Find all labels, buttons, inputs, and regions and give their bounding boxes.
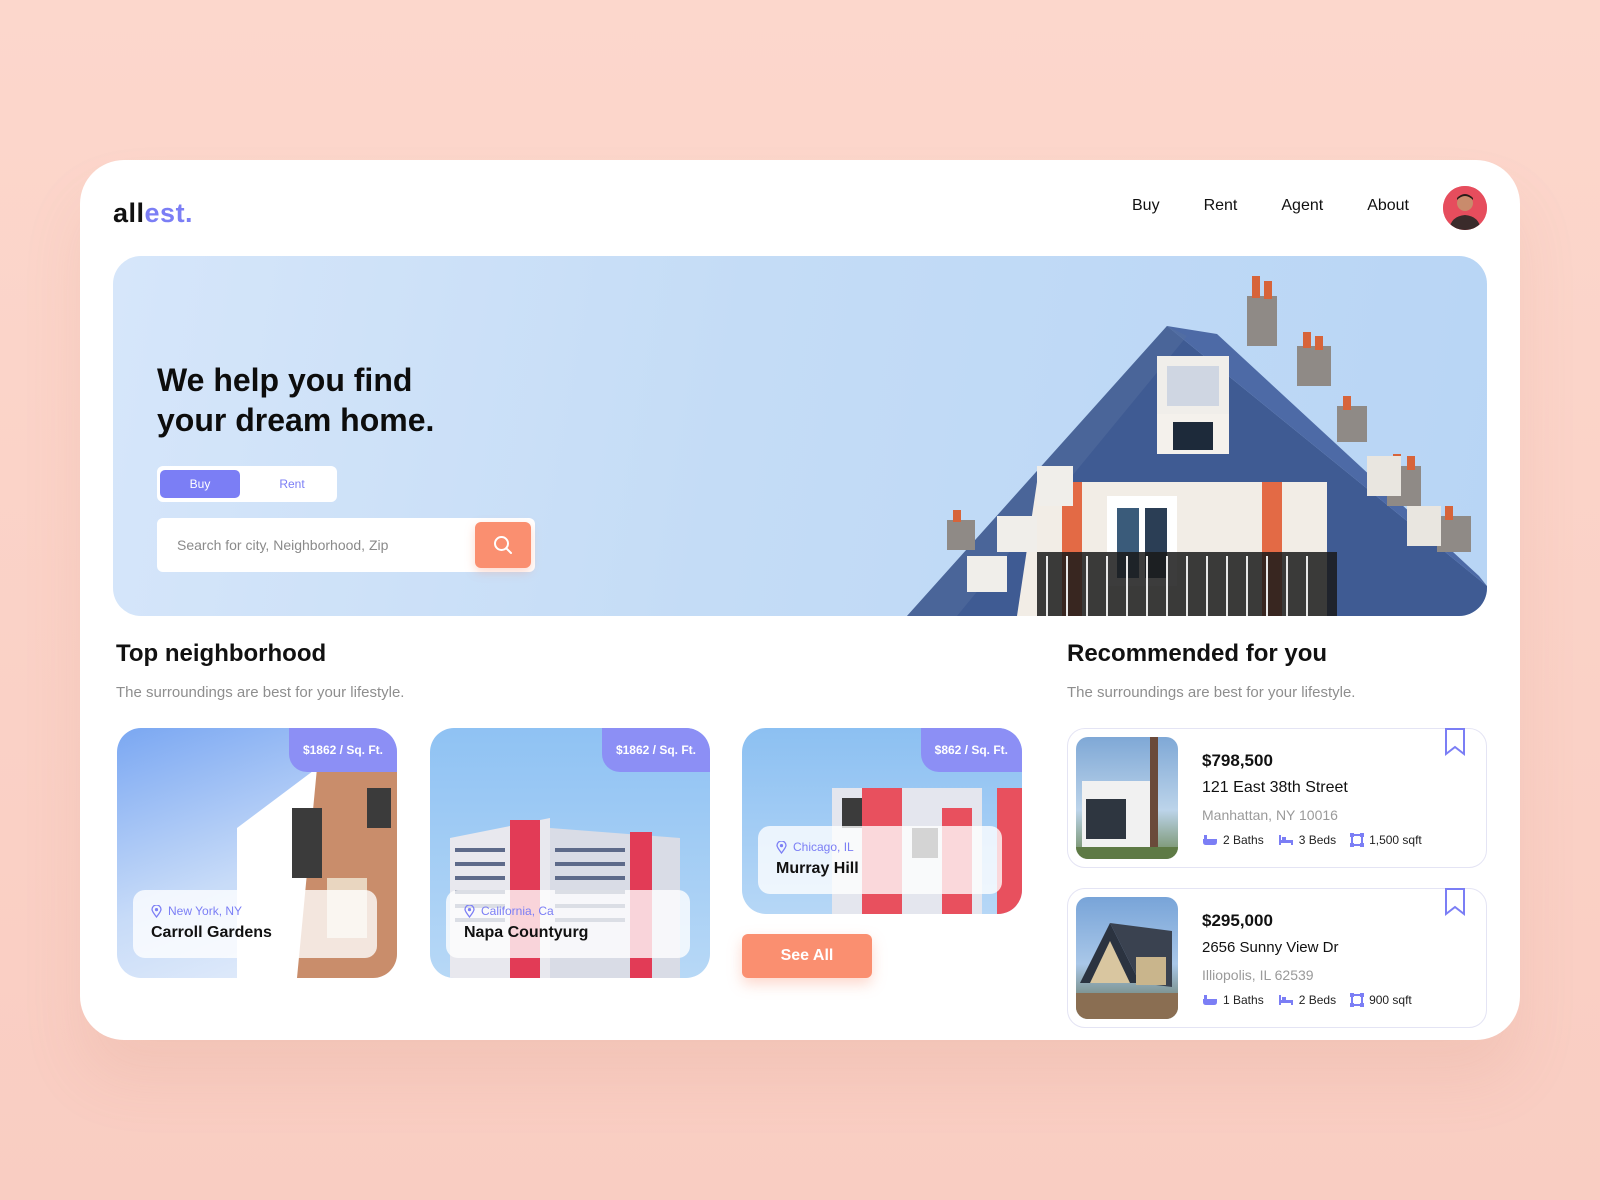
logo-text-accent: est. — [144, 198, 194, 228]
listing-price: $798,500 — [1202, 751, 1273, 770]
neighborhood-name: Murray Hill — [776, 860, 859, 877]
logo-text-main: all — [113, 198, 145, 228]
search-bar: Search for city, Neighborhood, Zip — [157, 518, 535, 572]
bed-icon — [1278, 835, 1293, 845]
location-row: Chicago, IL — [776, 840, 984, 854]
feature-beds: 2 Beds — [1278, 993, 1336, 1007]
bookmark-icon[interactable] — [1444, 887, 1466, 917]
area-icon — [1350, 833, 1365, 847]
beds-text: 3 Beds — [1298, 833, 1337, 847]
main-nav: Buy Rent Agent About — [1088, 196, 1409, 216]
location-pin-icon — [464, 904, 475, 918]
listing-city: Illiopolis, IL 62539 — [1202, 967, 1314, 983]
building-photo — [907, 276, 1487, 616]
user-avatar[interactable] — [1443, 186, 1487, 230]
feature-beds: 3 Beds — [1278, 833, 1336, 847]
brand-logo[interactable]: allest. — [113, 198, 193, 229]
neighborhood-name: Napa Countyurg — [464, 924, 589, 941]
location-pin-icon — [151, 904, 162, 918]
nav-about[interactable]: About — [1367, 196, 1409, 216]
feature-baths: 1 Baths — [1202, 993, 1264, 1007]
feature-area: 900 sqft — [1350, 993, 1412, 1007]
beds-text: 2 Beds — [1298, 993, 1337, 1007]
nav-agent[interactable]: Agent — [1281, 196, 1323, 216]
toggle-buy[interactable]: Buy — [160, 470, 240, 498]
baths-text: 2 Baths — [1223, 833, 1264, 847]
area-text: 900 sqft — [1369, 993, 1412, 1007]
hero-title-line-1: We help you find — [157, 362, 413, 398]
hero-title-line-2: your dream home. — [157, 402, 435, 438]
feature-area: 1,500 sqft — [1350, 833, 1422, 847]
neighborhood-label: Chicago, IL Murray Hill — [758, 826, 1002, 894]
location-row: New York, NY — [151, 904, 359, 918]
area-text: 1,500 sqft — [1369, 833, 1422, 847]
buy-rent-toggle: Buy Rent — [157, 466, 337, 502]
house-photo — [1076, 923, 1178, 1019]
listing-address: 2656 Sunny View Dr — [1202, 939, 1339, 956]
location-pin-icon — [776, 840, 787, 854]
listing-photo — [1076, 897, 1178, 1019]
nav-rent[interactable]: Rent — [1204, 196, 1238, 216]
neighborhood-name: Carroll Gardens — [151, 924, 272, 941]
see-all-button[interactable]: See All — [742, 934, 872, 978]
location-text: New York, NY — [168, 904, 243, 918]
location-text: Chicago, IL — [793, 840, 854, 854]
location-row: California, Ca — [464, 904, 672, 918]
recommended-title: Recommended for you — [1067, 640, 1328, 667]
bed-icon — [1278, 995, 1293, 1005]
search-input[interactable]: Search for city, Neighborhood, Zip — [157, 537, 475, 553]
recommended-listing[interactable]: $798,500 121 East 38th Street Manhattan,… — [1067, 728, 1487, 868]
toggle-rent[interactable]: Rent — [252, 470, 332, 498]
avatar-person-icon — [1443, 186, 1487, 230]
neighborhood-card[interactable]: $862 / Sq. Ft. Chicago, IL Murray Hill — [742, 728, 1022, 914]
recommended-listing[interactable]: $295,000 2656 Sunny View Dr Illiopolis, … — [1067, 888, 1487, 1028]
location-text: California, Ca — [481, 904, 554, 918]
listing-features: 1 Baths 2 Beds 900 sqft — [1202, 993, 1426, 1007]
neighborhood-label: California, Ca Napa Countyurg — [446, 890, 690, 958]
listing-address: 121 East 38th Street — [1202, 779, 1348, 796]
neighborhood-card[interactable]: $1862 / Sq. Ft. California, Ca Napa Coun… — [430, 728, 710, 978]
neighborhood-title: Top neighborhood — [116, 640, 327, 667]
search-button[interactable] — [475, 522, 531, 568]
app-window: allest. Buy Rent Agent About We help you… — [80, 160, 1520, 1040]
price-tag: $862 / Sq. Ft. — [920, 728, 1022, 772]
neighborhood-label: New York, NY Carroll Gardens — [133, 890, 377, 958]
bathtub-icon — [1203, 835, 1217, 845]
bathtub-icon — [1203, 995, 1217, 1005]
listing-features: 2 Baths 3 Beds 1,500 sqft — [1202, 833, 1436, 847]
bookmark-icon[interactable] — [1444, 727, 1466, 757]
recommended-subtitle: The surroundings are best for your lifes… — [1067, 684, 1356, 701]
listing-photo — [1076, 737, 1178, 859]
listing-city: Manhattan, NY 10016 — [1202, 807, 1338, 823]
house-photo — [1076, 737, 1178, 859]
hero-banner: We help you find your dream home. Buy Re… — [113, 256, 1487, 616]
baths-text: 1 Baths — [1223, 993, 1264, 1007]
price-tag: $1862 / Sq. Ft. — [288, 728, 397, 772]
neighborhood-subtitle: The surroundings are best for your lifes… — [116, 684, 405, 701]
listing-price: $295,000 — [1202, 911, 1273, 930]
area-icon — [1350, 993, 1365, 1007]
neighborhood-card[interactable]: $1862 / Sq. Ft. New York, NY Carroll Gar… — [117, 728, 397, 978]
feature-baths: 2 Baths — [1202, 833, 1264, 847]
search-icon — [494, 536, 512, 554]
nav-buy[interactable]: Buy — [1132, 196, 1160, 216]
price-tag: $1862 / Sq. Ft. — [601, 728, 710, 772]
hero-title: We help you find your dream home. — [157, 360, 434, 440]
